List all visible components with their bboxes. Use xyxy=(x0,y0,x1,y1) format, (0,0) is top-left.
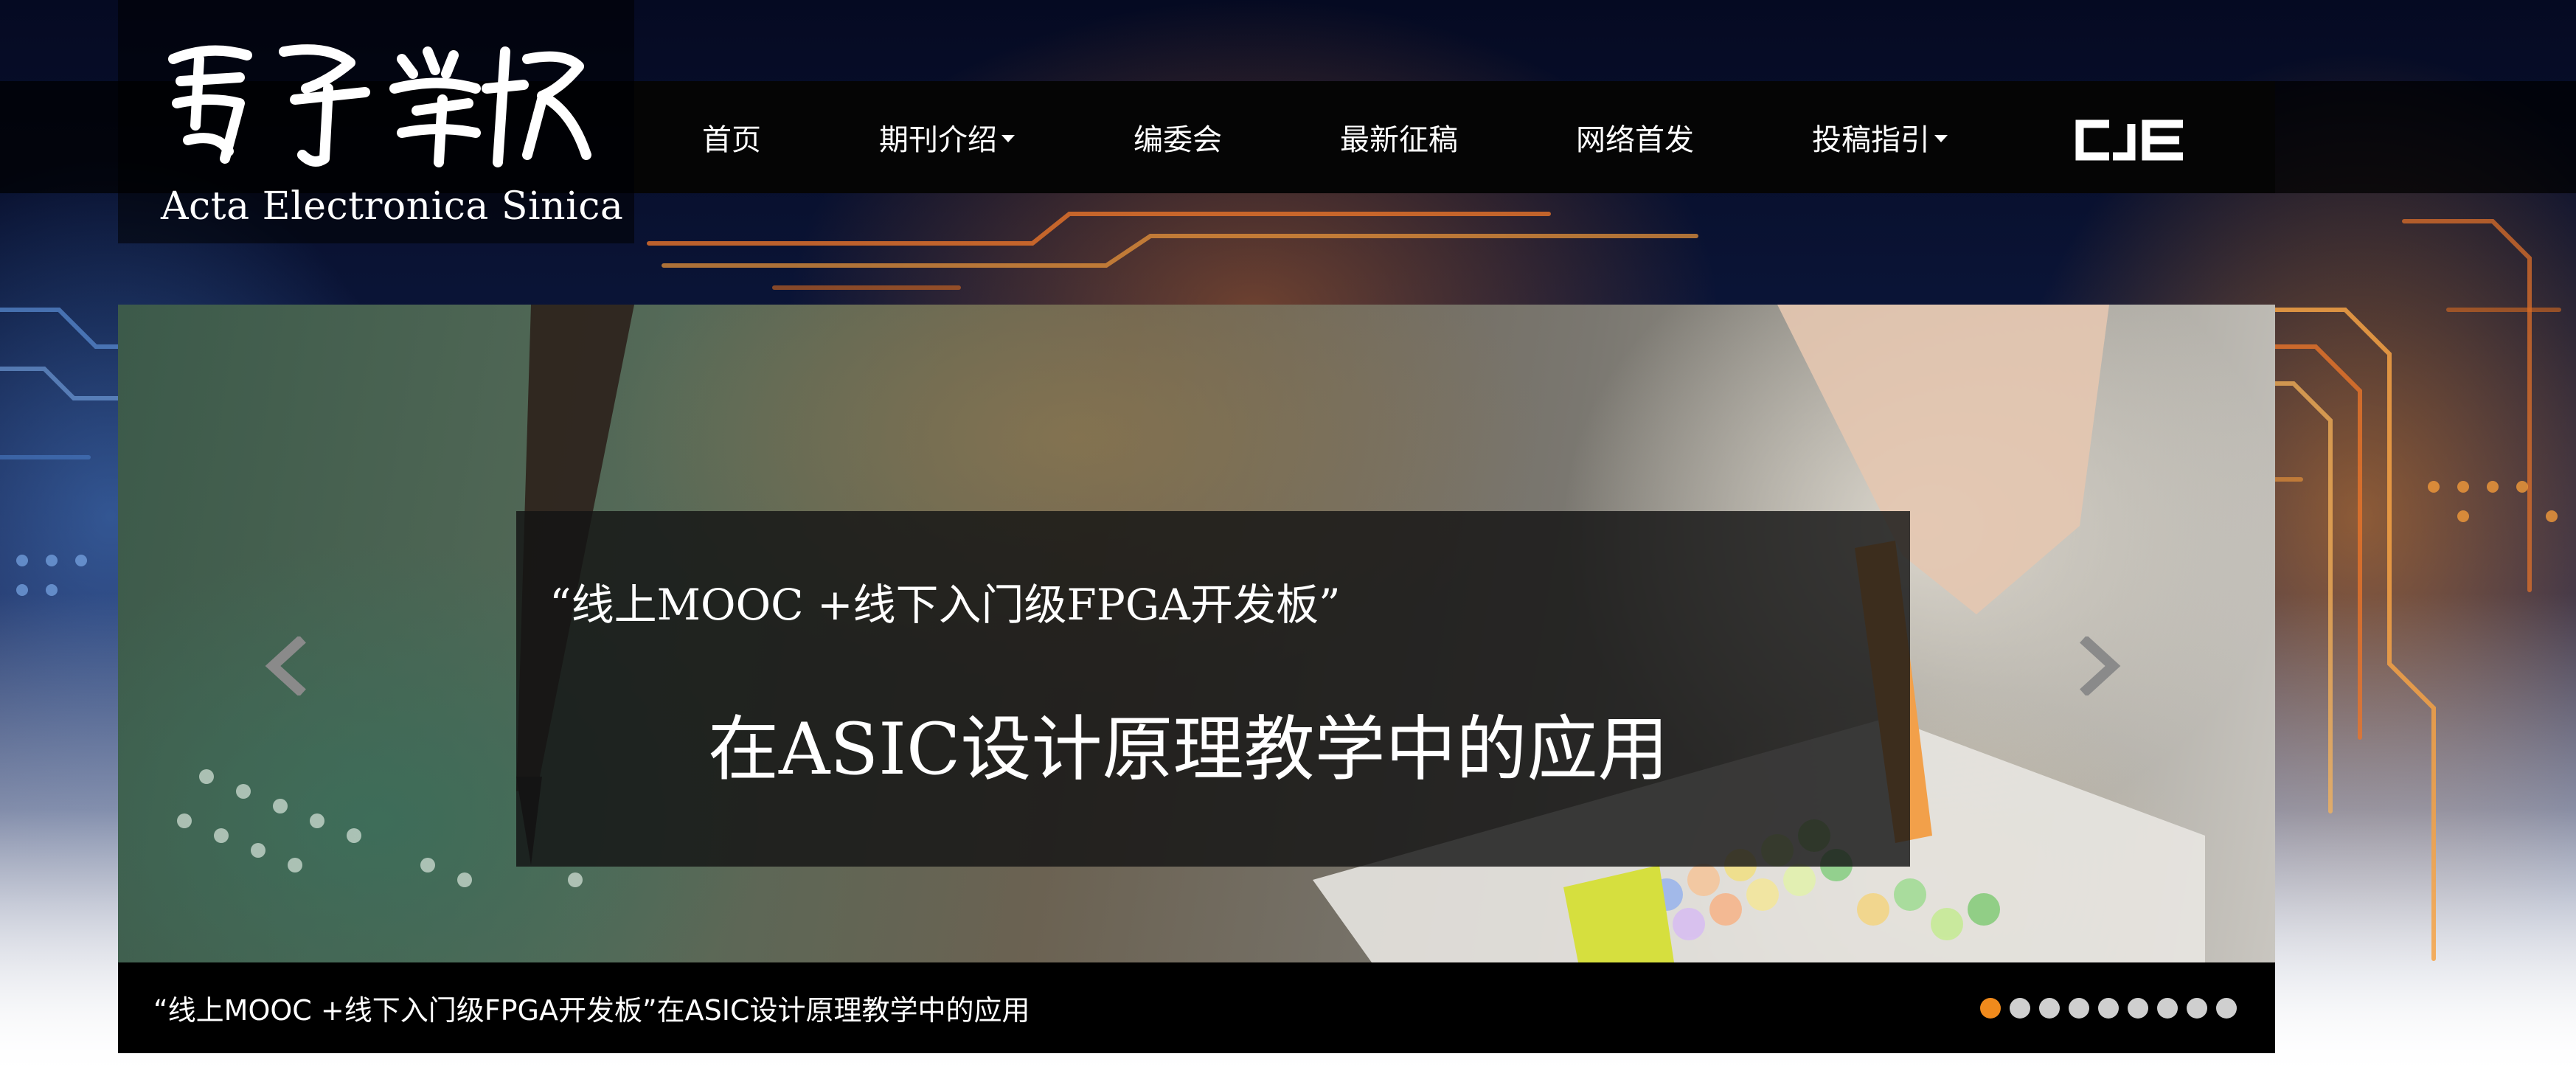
caption-bar: “线上MOOC +线下入门级FPGA开发板”在ASIC设计原理教学中的应用 xyxy=(118,962,2275,1053)
nav-item-home[interactable]: 首页 xyxy=(702,81,761,193)
featured-carousel[interactable]: “线上MOOC +线下入门级FPGA开发板” 在ASIC设计原理教学中的应用 “… xyxy=(118,305,2275,1053)
nav-item-label: 首页 xyxy=(702,123,761,157)
nav-item-submission-guide[interactable]: 投稿指引 xyxy=(1812,81,1948,193)
calligraphy-logo xyxy=(168,44,591,167)
nav-item-label: 编委会 xyxy=(1133,123,1222,157)
nav-item-label: 最新征稿 xyxy=(1340,123,1458,157)
slide-title-line2: 在ASIC设计原理教学中的应用 xyxy=(708,708,1669,791)
carousel-dot[interactable] xyxy=(1980,997,2001,1019)
nav-item-journal-intro[interactable]: 期刊介绍 xyxy=(879,81,1015,193)
nav-item-label: 投稿指引 xyxy=(1812,123,1930,157)
chevron-left-icon[interactable] xyxy=(258,636,310,695)
carousel-dot[interactable] xyxy=(2010,997,2030,1019)
nav-item-online-first[interactable]: 网络首发 xyxy=(1576,81,1694,193)
nav-item-label: 期刊介绍 xyxy=(879,123,997,157)
cje-logo[interactable] xyxy=(2072,118,2190,162)
slide-title-line1: “线上MOOC +线下入门级FPGA开发板” xyxy=(549,580,1341,630)
caret-down-icon xyxy=(1001,135,1015,142)
slide-caption-overlay xyxy=(516,511,1910,867)
carousel-dot[interactable] xyxy=(2069,997,2089,1019)
carousel-dot[interactable] xyxy=(2216,997,2237,1019)
nav-item-call-for-papers[interactable]: 最新征稿 xyxy=(1340,81,1458,193)
caret-down-icon xyxy=(1934,135,1948,142)
carousel-pagination xyxy=(1980,962,2246,1053)
carousel-dot[interactable] xyxy=(2128,997,2148,1019)
carousel-dot[interactable] xyxy=(2039,997,2060,1019)
slide-caption-link[interactable]: “线上MOOC +线下入门级FPGA开发板”在ASIC设计原理教学中的应用 xyxy=(153,962,1030,1053)
chevron-right-icon[interactable] xyxy=(2076,636,2128,695)
carousel-dot[interactable] xyxy=(2187,997,2207,1019)
carousel-dot[interactable] xyxy=(2098,997,2119,1019)
carousel-dot[interactable] xyxy=(2157,997,2178,1019)
main-navigation: 首页 期刊介绍 编委会 最新征稿 网络首发 投稿指引 xyxy=(634,81,2275,193)
nav-item-label: 网络首发 xyxy=(1576,123,1694,157)
nav-item-editorial-board[interactable]: 编委会 xyxy=(1133,81,1222,193)
logo-english-name: Acta Electronica Sinica xyxy=(161,184,624,229)
